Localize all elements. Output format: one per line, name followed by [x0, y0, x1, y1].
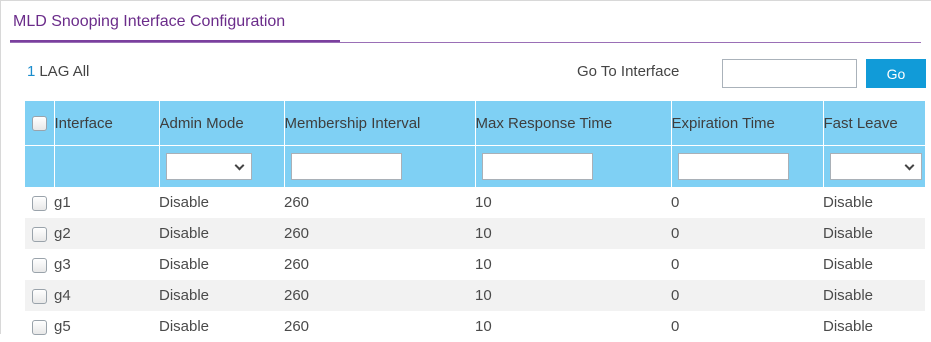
- row-checkbox[interactable]: [32, 226, 47, 242]
- admin-mode-cell: Disable: [159, 256, 210, 273]
- row-checkbox[interactable]: [32, 257, 47, 273]
- fast-leave-cell: Disable: [823, 318, 874, 335]
- membership-interval-cell: 260: [284, 256, 310, 273]
- row-checkbox-cell: [25, 218, 54, 249]
- admin-mode-cell: Disable: [159, 194, 210, 211]
- filter-empty-cell: [25, 145, 55, 187]
- expiration-time-cell: 0: [671, 218, 823, 249]
- chevron-down-icon: [234, 160, 244, 171]
- lag-all-link[interactable]: LAG All: [39, 63, 89, 80]
- interface-cell: g4: [54, 280, 159, 311]
- max-response-time-cell: 10: [475, 256, 492, 273]
- select-all-cell: [25, 101, 55, 146]
- table-row[interactable]: g1 Disable 260 10 0 Disable: [25, 187, 925, 218]
- row-checkbox[interactable]: [32, 195, 47, 211]
- max-response-time-filter-cell: [475, 145, 672, 187]
- admin-mode-cell: Disable: [159, 218, 284, 249]
- interface-cell: g1: [54, 194, 71, 211]
- max-response-time-cell: 10: [475, 218, 671, 249]
- header-expiration-time[interactable]: Expiration Time: [671, 101, 824, 146]
- panel-left-border: [0, 0, 1, 334]
- fast-leave-cell: Disable: [823, 280, 925, 311]
- table-row[interactable]: g4 Disable 260 10 0 Disable: [25, 280, 925, 311]
- fast-leave-filter-cell: [823, 145, 926, 187]
- interface-cell: g2: [54, 218, 159, 249]
- interface-table: Interface Admin Mode Membership Interval…: [25, 101, 926, 342]
- select-all-checkbox[interactable]: [32, 116, 47, 132]
- admin-mode-filter-cell: [159, 145, 285, 187]
- admin-mode-cell: Disable: [159, 280, 284, 311]
- filter-empty-cell: [54, 145, 160, 187]
- interface-cell: g5: [54, 318, 71, 335]
- membership-interval-cell: 260: [284, 194, 310, 211]
- admin-mode-select[interactable]: [165, 153, 252, 180]
- expiration-time-cell: 0: [671, 318, 680, 335]
- membership-interval-cell: 260: [284, 280, 475, 311]
- row-checkbox-cell: [25, 249, 54, 280]
- max-response-time-cell: 10: [475, 280, 671, 311]
- membership-interval-filter-cell: [284, 145, 476, 187]
- chevron-down-icon: [904, 160, 914, 171]
- title-divider: [10, 42, 921, 43]
- table-row[interactable]: g2 Disable 260 10 0 Disable: [25, 218, 925, 249]
- interface-cell: g3: [54, 256, 71, 273]
- panel-top-border: [0, 0, 931, 1]
- membership-interval-input[interactable]: [290, 153, 402, 180]
- expiration-time-cell: 0: [671, 256, 680, 273]
- expiration-time-filter-cell: [671, 145, 824, 187]
- mld-config-panel: MLD Snooping Interface Configuration 1 LA…: [0, 0, 931, 335]
- row-checkbox[interactable]: [32, 288, 47, 304]
- row-checkbox-cell: [25, 280, 54, 311]
- admin-mode-cell: Disable: [159, 318, 210, 335]
- goto-interface-input[interactable]: [722, 59, 857, 88]
- table-row[interactable]: g3 Disable 260 10 0 Disable: [25, 249, 925, 280]
- lag-link-1[interactable]: 1: [27, 63, 35, 80]
- goto-interface-label: Go To Interface: [577, 63, 680, 80]
- max-response-time-input[interactable]: [481, 153, 593, 180]
- expiration-time-cell: 0: [671, 280, 823, 311]
- header-fast-leave[interactable]: Fast Leave: [823, 101, 926, 146]
- max-response-time-cell: 10: [475, 318, 492, 335]
- header-membership-interval[interactable]: Membership Interval: [284, 101, 476, 146]
- table-header-row: Interface Admin Mode Membership Interval…: [25, 101, 926, 146]
- header-interface[interactable]: Interface: [54, 101, 160, 146]
- table-filter-row: [25, 145, 926, 187]
- header-max-response-time[interactable]: Max Response Time: [475, 101, 672, 146]
- expiration-time-input[interactable]: [677, 153, 789, 180]
- row-checkbox-cell: [25, 187, 54, 218]
- membership-interval-cell: 260: [284, 218, 475, 249]
- fast-leave-cell: Disable: [823, 256, 874, 273]
- fast-leave-cell: Disable: [823, 194, 874, 211]
- page-title: MLD Snooping Interface Configuration: [13, 13, 286, 30]
- header-admin-mode[interactable]: Admin Mode: [159, 101, 285, 146]
- go-button[interactable]: Go: [866, 59, 926, 88]
- fast-leave-cell: Disable: [823, 218, 925, 249]
- membership-interval-cell: 260: [284, 318, 310, 335]
- row-checkbox[interactable]: [32, 319, 47, 335]
- lag-filter: 1 LAG All: [27, 63, 89, 80]
- expiration-time-cell: 0: [671, 194, 680, 211]
- fast-leave-select[interactable]: [829, 153, 922, 180]
- table-row[interactable]: g5 Disable 260 10 0 Disable: [25, 311, 925, 342]
- max-response-time-cell: 10: [475, 194, 492, 211]
- row-checkbox-cell: [25, 311, 54, 342]
